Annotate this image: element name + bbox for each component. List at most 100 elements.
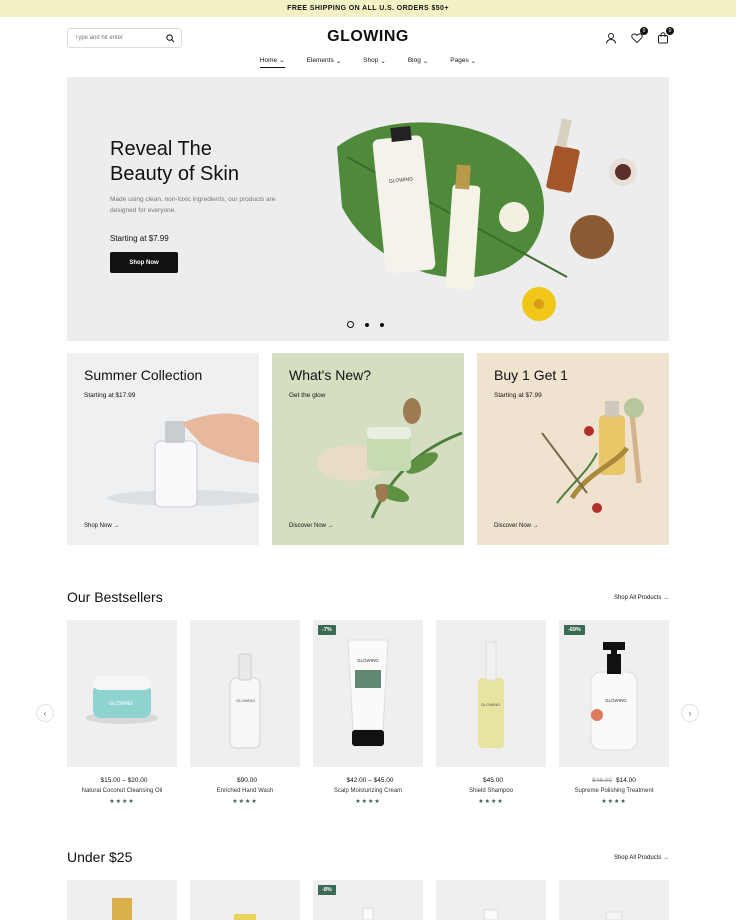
discount-badge: -8% — [318, 885, 336, 895]
product-rating: ★★★★ — [478, 799, 504, 805]
product-price: $15.00 – $20.00 — [67, 777, 177, 784]
carousel-next-button[interactable]: › — [681, 704, 699, 722]
collection-title: Buy 1 Get 1 — [494, 367, 568, 383]
collection-link[interactable]: Discover Now → — [289, 523, 334, 529]
wishlist-count-badge: 0 — [640, 27, 648, 35]
hero-shop-now-button[interactable]: Shop Now — [110, 252, 178, 273]
cream-jar-image: GLOWING — [86, 676, 158, 724]
product-price: $90.00 — [190, 777, 300, 784]
pump-bottle-image: GLOWING — [590, 642, 638, 751]
product-card[interactable]: GLOWING -7% $42.00 – $45.00 Scalp Moistu… — [313, 620, 423, 805]
chevron-left-icon: ‹ — [43, 708, 47, 718]
collection-title: Summer Collection — [84, 367, 203, 383]
collection-link[interactable]: Discover Now → — [494, 523, 539, 529]
product-image[interactable]: GLOWING — [67, 620, 177, 767]
product-price: $46.00 $14.00 — [559, 777, 669, 784]
discount-badge: -7% — [318, 625, 336, 635]
nav-item-home[interactable]: Home ⌄ — [259, 56, 285, 68]
collection-title: What's New? — [289, 367, 372, 383]
search-box[interactable] — [67, 28, 182, 48]
collection-link[interactable]: Shop Now → — [84, 523, 119, 529]
nav-item-pages[interactable]: Pages ⌄ — [450, 56, 476, 68]
hand-wash-bottle-image: GLOWING — [229, 653, 261, 749]
slide-dot-3[interactable] — [380, 322, 384, 327]
promo-text: FREE SHIPPING ON ALL U.S. ORDERS $50+ — [287, 5, 449, 12]
search-icon[interactable] — [166, 34, 175, 43]
under-25-grid: -8% — [67, 880, 669, 920]
product-image[interactable]: GLOWING — [190, 620, 300, 767]
product-card[interactable]: GLOWING $15.00 – $20.00 Natural Coconut … — [67, 620, 177, 805]
collection-card-buy-one-get-one[interactable]: Buy 1 Get 1 Starting at $7.99 Discover N… — [477, 353, 669, 545]
svg-text:GLOWING: GLOWING — [481, 702, 500, 707]
nav-item-blog[interactable]: Blog ⌄ — [408, 56, 428, 68]
svg-text:GLOWING: GLOWING — [109, 701, 133, 707]
product-card[interactable]: GLOWING $90.00 Enriched Hand Wash ★★★★ — [190, 620, 300, 805]
hero-pagination — [347, 321, 384, 328]
product-image[interactable] — [436, 880, 546, 920]
bottle-image — [234, 914, 256, 920]
slide-dot-1[interactable] — [347, 321, 354, 328]
site-header: GLOWING 0 0 Home⌄ Elements⌄ Shop⌄ Blog⌄ … — [0, 17, 736, 75]
hero-product-image: GLOWING — [337, 118, 637, 321]
collection-card-summer[interactable]: Summer Collection Starting at $17.99 Sho… — [67, 353, 259, 545]
product-current-price: $45.00 — [483, 777, 503, 784]
product-price: $45.00 — [436, 777, 546, 784]
discount-badge: -69% — [564, 625, 585, 635]
nav-label: Blog — [407, 57, 421, 64]
chevron-down-icon: ⌄ — [422, 57, 429, 65]
collection-subtitle: Starting at $7.99 — [494, 392, 542, 399]
product-card[interactable]: GLOWING $45.00 Shield Shampoo ★★★★ — [436, 620, 546, 805]
nav-item-elements[interactable]: Elements ⌄ — [307, 56, 342, 68]
product-image[interactable] — [559, 880, 669, 920]
svg-text:GLOWING: GLOWING — [605, 698, 627, 703]
hero-price: Starting at $7.99 — [110, 234, 169, 243]
bottle-image — [605, 911, 623, 920]
product-name[interactable]: Enriched Hand Wash — [190, 788, 300, 794]
shampoo-bottle-image: GLOWING — [478, 641, 504, 748]
chevron-down-icon: ⌄ — [380, 57, 386, 65]
main-nav: Home ⌄ Elements ⌄ Shop ⌄ Blog ⌄ Pages ⌄ — [0, 56, 736, 68]
product-name[interactable]: Natural Coconut Cleansing Oil — [67, 788, 177, 794]
product-image[interactable]: GLOWING — [436, 620, 546, 767]
product-image[interactable]: GLOWING -69% — [559, 620, 669, 767]
account-icon[interactable] — [605, 31, 617, 44]
nav-label: Pages — [450, 57, 469, 64]
cart-count-badge: 0 — [666, 27, 674, 35]
hero-banner: Reveal The Beauty of Skin Made using clea… — [67, 77, 669, 341]
product-name[interactable]: Supreme Polishing Treatment — [559, 788, 669, 794]
product-image[interactable]: -8% — [313, 880, 423, 920]
product-rating: ★★★★ — [109, 799, 135, 805]
nav-item-shop[interactable]: Shop ⌄ — [363, 56, 386, 68]
promo-bar: FREE SHIPPING ON ALL U.S. ORDERS $50+ — [0, 0, 736, 17]
cart-icon[interactable]: 0 — [657, 27, 674, 44]
product-name[interactable]: Shield Shampoo — [436, 788, 546, 794]
product-rating: ★★★★ — [601, 799, 627, 805]
svg-text:GLOWING: GLOWING — [357, 658, 379, 663]
product-image[interactable]: GLOWING -7% — [313, 620, 423, 767]
product-image[interactable] — [190, 880, 300, 920]
carousel-prev-button[interactable]: ‹ — [36, 704, 54, 722]
search-input[interactable] — [75, 35, 163, 41]
product-card[interactable]: GLOWING -69% $46.00 $14.00 Supreme Polish… — [559, 620, 669, 805]
slide-dot-2[interactable] — [365, 322, 369, 327]
product-name[interactable]: Scalp Moisturizing Cream — [313, 788, 423, 794]
product-rating: ★★★★ — [232, 799, 258, 805]
under-25-shop-all-link[interactable]: Shop All Products → — [614, 855, 669, 861]
logo-text[interactable]: GLOWING — [327, 28, 409, 45]
chevron-down-icon: ⌄ — [470, 57, 477, 65]
product-current-price: $14.00 — [616, 777, 636, 784]
header-icons: 0 0 — [605, 27, 674, 44]
chevron-down-icon: ⌄ — [279, 57, 285, 64]
collection-card-whats-new[interactable]: What's New? Get the glow Discover Now → — [272, 353, 464, 545]
product-image[interactable] — [67, 880, 177, 920]
nav-label: Elements — [306, 57, 334, 64]
bestsellers-shop-all-link[interactable]: Shop All Products → — [614, 595, 669, 601]
bottle-image — [112, 898, 132, 920]
product-old-price: $46.00 — [592, 777, 612, 784]
bottle-image — [483, 909, 499, 920]
under-25-title: Under $25 — [67, 849, 133, 865]
collection-subtitle: Starting at $17.99 — [84, 392, 136, 399]
wishlist-icon[interactable]: 0 — [631, 27, 648, 44]
nav-label: Home — [259, 56, 278, 64]
collection-cards: Summer Collection Starting at $17.99 Sho… — [67, 353, 669, 545]
